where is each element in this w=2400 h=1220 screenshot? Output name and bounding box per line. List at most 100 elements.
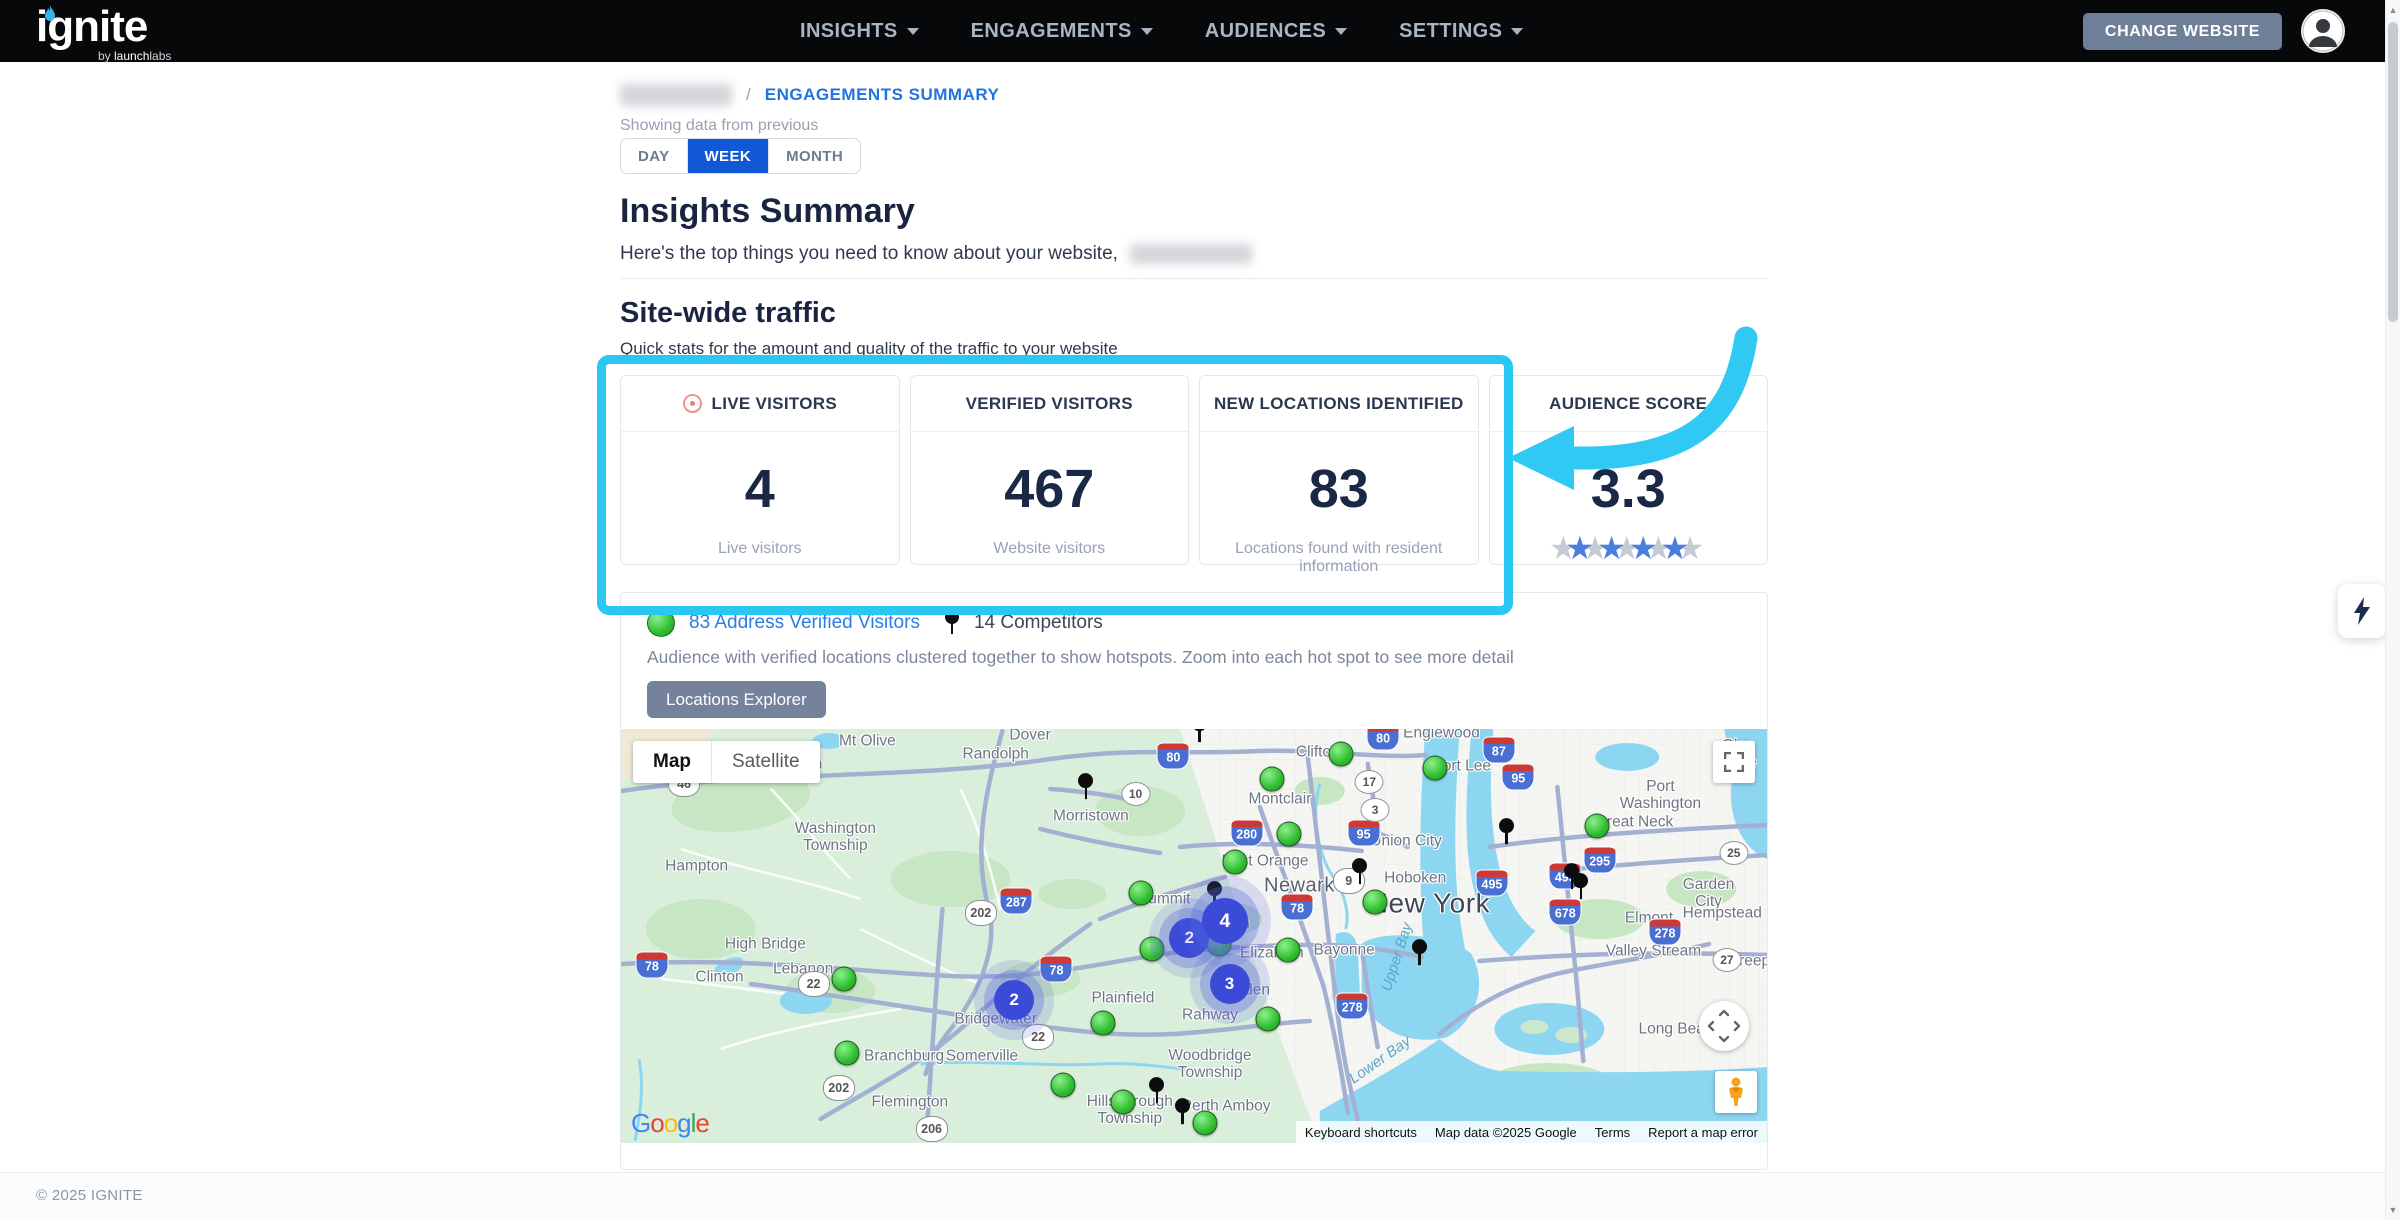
visitor-marker[interactable] <box>1328 742 1353 767</box>
route-shield: 25 <box>1719 841 1748 865</box>
map-legend: 83 Address Verified Visitors 14 Competito… <box>647 609 1103 637</box>
competitor-pin[interactable] <box>1352 859 1368 886</box>
map-label: Hempstead <box>1683 905 1762 922</box>
route-shield: 95 <box>1347 819 1380 846</box>
chevron-down-icon <box>907 28 919 35</box>
route-shield: 295 <box>1583 847 1616 874</box>
scroll-up-icon[interactable]: ▲ <box>2386 2 2400 18</box>
black-pin-icon <box>944 610 960 636</box>
nav-item-engagements[interactable]: ENGAGEMENTS <box>971 20 1153 43</box>
quick-actions-tab[interactable] <box>2338 584 2386 638</box>
map-label: Port Washington <box>1620 778 1701 812</box>
brand-logo[interactable]: ignite by launchlabs <box>36 2 147 52</box>
visitor-marker[interactable] <box>1259 766 1284 791</box>
section-subtitle: Quick stats for the amount and quality o… <box>620 339 1118 359</box>
map-label: Mt Olive <box>839 733 896 750</box>
period-option-day[interactable]: DAY <box>621 139 688 173</box>
pan-control[interactable] <box>1699 1001 1749 1051</box>
map-type-satellite-button[interactable]: Satellite <box>711 741 820 783</box>
visitor-marker[interactable] <box>1091 1010 1116 1035</box>
cluster-marker[interactable]: 2 <box>974 960 1054 1040</box>
route-shield: 202 <box>965 900 997 926</box>
competitor-pin[interactable] <box>1078 773 1094 800</box>
map-label: High Bridge <box>725 936 806 953</box>
nav-item-settings[interactable]: SETTINGS <box>1399 20 1523 43</box>
period-option-month[interactable]: MONTH <box>769 139 860 173</box>
map-description: Audience with verified locations cluster… <box>647 647 1514 668</box>
pegman-control[interactable] <box>1715 1071 1757 1113</box>
chevron-down-icon <box>1335 28 1347 35</box>
legend-label: 14 Competitors <box>974 612 1103 634</box>
route-shield: 278 <box>1336 993 1369 1020</box>
stat-card-header: AUDIENCE SCORE <box>1490 376 1768 432</box>
route-shield: 22 <box>798 971 830 997</box>
visitor-marker[interactable] <box>1277 822 1302 847</box>
google-logo[interactable]: Google <box>631 1108 709 1139</box>
attribution-link-map-data-2025-google[interactable]: Map data ©2025 Google <box>1426 1125 1586 1140</box>
visitor-marker[interactable] <box>1193 1110 1218 1135</box>
brand-tagline: by launchlabs <box>98 49 171 63</box>
stars-filled-icon: ★★★★★ <box>1566 530 1691 566</box>
change-website-button[interactable]: CHANGE WEBSITE <box>2083 13 2282 50</box>
google-logo-letter: o <box>650 1108 663 1138</box>
cluster-count: 4 <box>1202 898 1248 944</box>
route-shield: 80 <box>1367 729 1400 751</box>
route-shield: 495 <box>1475 870 1508 897</box>
attribution-link-report-a-map-error[interactable]: Report a map error <box>1639 1125 1767 1140</box>
visitor-marker[interactable] <box>1422 755 1447 780</box>
stat-cards: LIVE VISITORS4Live visitorsVERIFIED VISI… <box>620 375 1768 565</box>
flame-icon <box>43 5 57 23</box>
route-shield: 87 <box>1482 736 1515 763</box>
stat-card-value: 83 <box>1200 458 1478 520</box>
attribution-link-keyboard-shortcuts[interactable]: Keyboard shortcuts <box>1296 1125 1426 1140</box>
competitor-pin[interactable] <box>1192 729 1208 743</box>
map-type-control: Map Satellite <box>633 741 820 783</box>
visitor-marker[interactable] <box>834 1041 859 1066</box>
google-logo-letter: G <box>631 1108 650 1138</box>
nav-item-label: AUDIENCES <box>1205 20 1326 43</box>
visitor-marker[interactable] <box>1223 850 1248 875</box>
cluster-marker[interactable]: 3 <box>1190 944 1270 1024</box>
map-type-map-button[interactable]: Map <box>633 741 711 783</box>
visitor-marker[interactable] <box>1110 1090 1135 1115</box>
legend-label[interactable]: 83 Address Verified Visitors <box>689 612 920 634</box>
scroll-down-icon[interactable]: ▼ <box>2386 1202 2400 1218</box>
map-label: Flemington <box>871 1093 948 1110</box>
map-label: Woodbridge Township <box>1168 1047 1251 1081</box>
visitor-marker[interactable] <box>832 967 857 992</box>
breadcrumb-current[interactable]: ENGAGEMENTS SUMMARY <box>765 85 1000 105</box>
period-option-week[interactable]: WEEK <box>688 139 770 173</box>
chevron-down-icon <box>1141 28 1153 35</box>
competitor-pin[interactable] <box>1175 1098 1191 1125</box>
competitor-pin[interactable] <box>1499 818 1515 845</box>
page-scrollbar[interactable]: ▲ ▼ <box>2385 0 2400 1220</box>
competitor-pin[interactable] <box>1149 1077 1165 1104</box>
redacted-text <box>1130 244 1252 264</box>
locations-explorer-button[interactable]: Locations Explorer <box>647 681 826 718</box>
competitor-pin[interactable] <box>1412 939 1428 966</box>
stat-card-header: LIVE VISITORS <box>621 376 899 432</box>
stat-card-value: 3.3 <box>1490 458 1768 520</box>
visitor-marker[interactable] <box>1363 889 1388 914</box>
map-label: Lower Bay <box>1346 1033 1414 1088</box>
map-label: Hampton <box>665 857 728 874</box>
google-map[interactable]: DoverMt OliveRandolphHackettstownMorrist… <box>621 729 1767 1143</box>
attribution-link-terms[interactable]: Terms <box>1586 1125 1639 1140</box>
competitor-pin[interactable] <box>1573 873 1589 900</box>
fullscreen-button[interactable] <box>1713 741 1755 783</box>
visitor-marker[interactable] <box>1275 938 1300 963</box>
visitor-marker[interactable] <box>1585 813 1610 838</box>
map-label: Montclair <box>1248 791 1311 808</box>
map-label: Union City <box>1370 832 1442 849</box>
route-shield: 678 <box>1549 899 1582 926</box>
scrollbar-thumb[interactable] <box>2388 22 2398 322</box>
route-shield: 287 <box>1000 887 1033 914</box>
avatar[interactable] <box>2301 9 2345 53</box>
nav-item-audiences[interactable]: AUDIENCES <box>1205 20 1347 43</box>
visitor-marker[interactable] <box>1051 1072 1076 1097</box>
nav-item-insights[interactable]: INSIGHTS <box>800 20 919 43</box>
page-title: Insights Summary <box>620 192 915 231</box>
map-panel: 83 Address Verified Visitors 14 Competito… <box>620 592 1768 1170</box>
map-label: Clinton <box>695 969 743 986</box>
google-logo-letter: g <box>677 1108 690 1138</box>
